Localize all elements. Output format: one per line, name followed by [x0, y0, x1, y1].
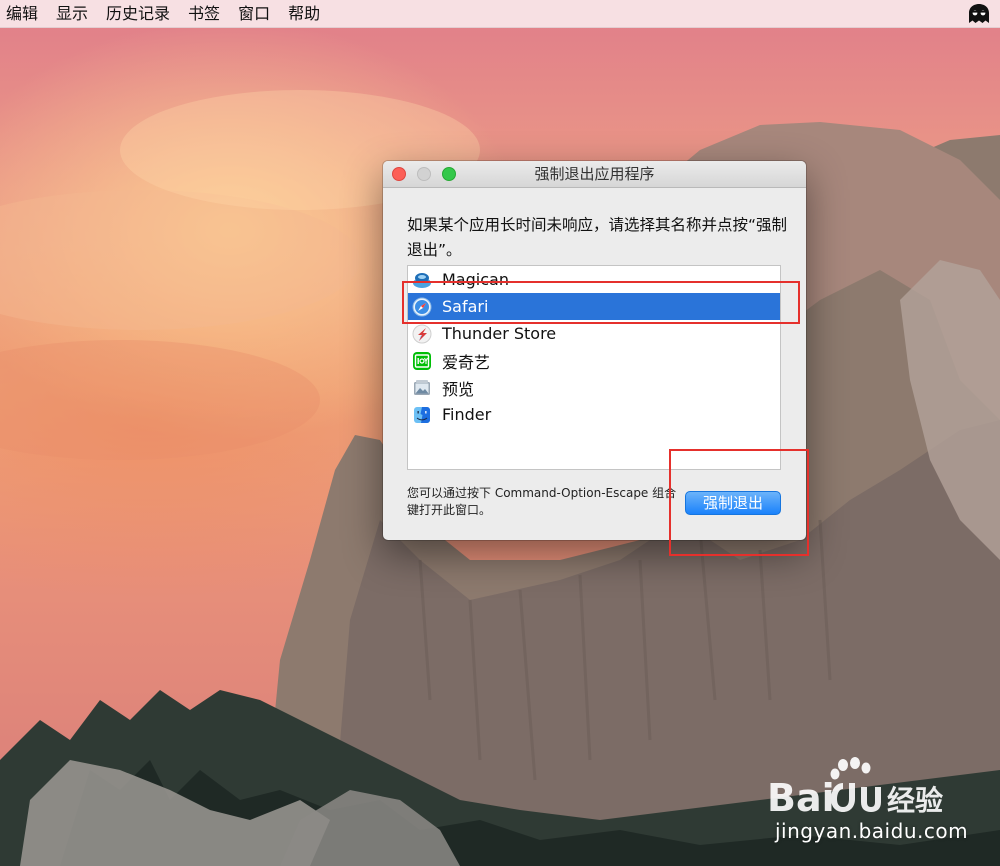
app-name: Finder — [442, 405, 492, 424]
app-name: 预览 — [442, 379, 475, 399]
highlight-box-safari — [402, 281, 800, 324]
preview-icon — [414, 379, 430, 395]
baidu-jingyan-logo: Bai 经验 — [767, 757, 943, 817]
shortcut-hint: 您可以通过按下 Command-Option-Escape 组合键打开此窗口。 — [407, 486, 677, 517]
window-titlebar[interactable]: 强制退出应用程序 — [383, 161, 806, 188]
svg-text:Bai: Bai — [767, 776, 835, 817]
instruction-text: 如果某个应用长时间未响应，请选择其名称并点按“强制退出”。 — [407, 216, 788, 259]
finder-icon — [414, 406, 430, 423]
menu-bookmarks[interactable]: 书签 — [182, 0, 232, 28]
app-row-iqiyi[interactable]: 爱奇艺 — [408, 347, 780, 374]
menu-bar: 编辑 显示 历史记录 书签 窗口 帮助 — [0, 0, 1000, 28]
app-row-preview[interactable]: 预览 — [408, 374, 780, 401]
thunder-store-icon — [412, 324, 432, 343]
svg-text:经验: 经验 — [887, 784, 943, 817]
app-name: Thunder Store — [442, 324, 557, 343]
app-row-thunder-store[interactable]: Thunder Store — [408, 320, 780, 347]
watermark-url: jingyan.baidu.com — [775, 819, 969, 843]
app-row-finder[interactable]: Finder — [408, 401, 780, 428]
menu-help[interactable]: 帮助 — [282, 0, 332, 28]
iqiyi-icon — [413, 351, 431, 370]
baidu-jingyan-watermark: Bai 经验 jingyan.baidu.com — [765, 757, 980, 845]
app-name: 爱奇艺 — [442, 352, 491, 372]
menu-view[interactable]: 显示 — [50, 0, 100, 28]
ghost-icon[interactable] — [966, 3, 992, 25]
menu-history[interactable]: 历史记录 — [100, 0, 182, 28]
highlight-box-force-quit — [669, 449, 809, 556]
window-title: 强制退出应用程序 — [534, 165, 655, 183]
menu-window[interactable]: 窗口 — [232, 0, 282, 28]
menu-edit[interactable]: 编辑 — [0, 0, 50, 28]
